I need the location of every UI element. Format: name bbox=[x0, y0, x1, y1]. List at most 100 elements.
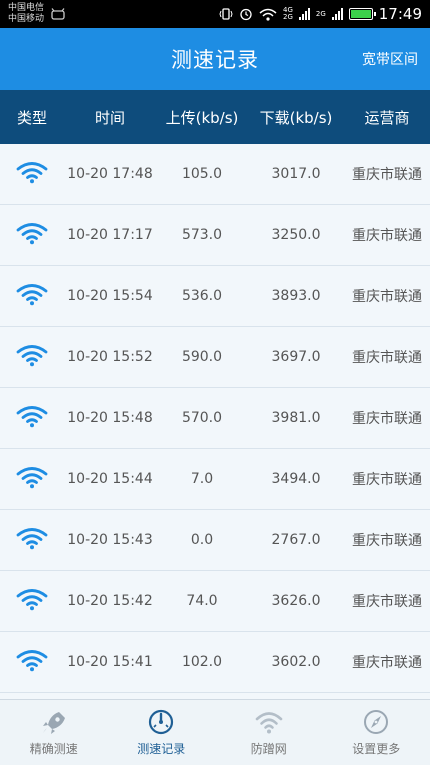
nav-label: 设置更多 bbox=[352, 742, 401, 756]
row-upload: 105.0 bbox=[181, 166, 223, 182]
row-download: 2767.0 bbox=[271, 532, 321, 548]
row-time: 10-20 15:43 bbox=[67, 532, 153, 548]
row-upload: 536.0 bbox=[181, 288, 223, 304]
network-type-2: 2G bbox=[315, 9, 326, 18]
app-header: 测速记录 宽带区间 bbox=[0, 28, 430, 90]
row-upload: 0.0 bbox=[190, 532, 214, 548]
row-isp: 重庆市联通 bbox=[352, 350, 422, 366]
rocket-icon bbox=[42, 712, 65, 734]
row-type-cell bbox=[0, 526, 64, 554]
wifi-icon bbox=[16, 648, 48, 672]
row-type-cell bbox=[0, 343, 64, 371]
column-header-type: 类型 bbox=[16, 108, 47, 127]
carrier-labels: 中国电信 中国移动 bbox=[8, 3, 44, 25]
row-type-cell bbox=[0, 465, 64, 493]
carrier-1: 中国电信 bbox=[8, 3, 45, 13]
page-title: 测速记录 bbox=[171, 48, 259, 72]
row-isp: 重庆市联通 bbox=[352, 228, 422, 244]
speedometer-icon bbox=[149, 709, 174, 735]
table-row[interactable]: 10-20 15:52 590.0 3697.0 重庆市联通 bbox=[0, 327, 430, 388]
signal-1-icon bbox=[298, 8, 310, 20]
row-time: 10-20 15:44 bbox=[67, 471, 153, 487]
row-download: 3626.0 bbox=[271, 593, 321, 609]
row-isp: 重庆市联通 bbox=[352, 655, 422, 671]
row-time: 10-20 15:48 bbox=[67, 410, 153, 426]
nav-precise-test[interactable]: 精确测速 bbox=[0, 700, 108, 765]
row-upload: 590.0 bbox=[181, 349, 223, 365]
wifi-icon bbox=[16, 587, 48, 611]
battery-icon bbox=[348, 8, 376, 20]
row-type-cell bbox=[0, 221, 64, 249]
row-download: 3602.0 bbox=[271, 654, 321, 670]
clock: 17:49 bbox=[378, 5, 422, 23]
column-header-isp: 运营商 bbox=[364, 108, 410, 127]
row-isp: 重庆市联通 bbox=[352, 289, 422, 305]
record-list: 10-20 17:48 105.0 3017.0 重庆市联通 10-20 17:17 57… bbox=[0, 144, 430, 693]
row-time: 10-20 15:41 bbox=[67, 654, 153, 670]
network-type-1: 4G 2G bbox=[282, 6, 293, 21]
row-download: 3697.0 bbox=[271, 349, 321, 365]
table-row[interactable]: 10-20 15:44 7.0 3494.0 重庆市联通 bbox=[0, 449, 430, 510]
nav-label: 防蹭网 bbox=[250, 742, 287, 756]
row-download: 3494.0 bbox=[271, 471, 321, 487]
nav-settings-more[interactable]: 设置更多 bbox=[323, 700, 430, 765]
row-type-cell bbox=[0, 404, 64, 432]
table-header: 类型 时间 上传(kb/s) 下载(kb/s) 运营商 bbox=[0, 90, 430, 144]
alarm-icon bbox=[240, 8, 252, 21]
column-header-upload: 上传(kb/s) bbox=[165, 108, 239, 127]
column-header-download: 下载(kb/s) bbox=[259, 108, 333, 127]
wifi-status-icon bbox=[259, 8, 277, 21]
table-row[interactable]: 10-20 15:54 536.0 3893.0 重庆市联通 bbox=[0, 266, 430, 327]
vibrate-icon bbox=[219, 8, 233, 20]
row-type-cell bbox=[0, 587, 64, 615]
nav-anti-leech[interactable]: 防蹭网 bbox=[215, 700, 323, 765]
table-row[interactable]: 10-20 17:17 573.0 3250.0 重庆市联通 bbox=[0, 205, 430, 266]
row-download: 3017.0 bbox=[271, 166, 321, 182]
broadband-range-button[interactable]: 宽带区间 bbox=[362, 28, 418, 90]
row-time: 10-20 15:42 bbox=[67, 593, 153, 609]
row-time: 10-20 15:54 bbox=[67, 288, 153, 304]
wifi-icon bbox=[16, 343, 48, 367]
wifi-icon bbox=[16, 221, 48, 245]
row-upload: 573.0 bbox=[181, 227, 223, 243]
table-row[interactable]: 10-20 15:48 570.0 3981.0 重庆市联通 bbox=[0, 388, 430, 449]
status-bar: 中国电信 中国移动 4G 2G 2G 17:49 bbox=[0, 0, 430, 28]
row-upload: 74.0 bbox=[186, 593, 218, 609]
carrier-2: 中国移动 bbox=[8, 14, 45, 24]
row-time: 10-20 17:17 bbox=[67, 227, 153, 243]
wifi-icon bbox=[16, 282, 48, 306]
nav-speed-records[interactable]: 测速记录 bbox=[108, 700, 216, 765]
row-type-cell bbox=[0, 282, 64, 310]
row-time: 10-20 15:52 bbox=[67, 349, 153, 365]
signal-2-icon bbox=[331, 8, 343, 20]
row-upload: 7.0 bbox=[190, 471, 214, 487]
bottom-nav: 精确测速 测速记录 防蹭网 设置更多 bbox=[0, 699, 430, 765]
row-isp: 重庆市联通 bbox=[352, 411, 422, 427]
wifi-icon bbox=[16, 465, 48, 489]
row-upload: 102.0 bbox=[181, 654, 223, 670]
row-download: 3981.0 bbox=[271, 410, 321, 426]
row-upload: 570.0 bbox=[181, 410, 223, 426]
table-row[interactable]: 10-20 15:43 0.0 2767.0 重庆市联通 bbox=[0, 510, 430, 571]
row-download: 3893.0 bbox=[271, 288, 321, 304]
row-time: 10-20 17:48 bbox=[67, 166, 153, 182]
table-row[interactable]: 10-20 15:41 102.0 3602.0 重庆市联通 bbox=[0, 632, 430, 693]
row-isp: 重庆市联通 bbox=[352, 594, 422, 610]
nav-label: 测速记录 bbox=[137, 742, 186, 756]
nav-label: 精确测速 bbox=[29, 742, 78, 756]
android-debug-icon bbox=[51, 8, 65, 20]
wifi-icon bbox=[16, 160, 48, 184]
row-isp: 重庆市联通 bbox=[352, 167, 422, 183]
wifi-icon bbox=[16, 526, 48, 550]
row-isp: 重庆市联通 bbox=[352, 533, 422, 549]
row-download: 3250.0 bbox=[271, 227, 321, 243]
row-type-cell bbox=[0, 648, 64, 676]
wifi-icon bbox=[255, 712, 283, 734]
row-type-cell bbox=[0, 160, 64, 188]
compass-icon bbox=[364, 710, 389, 734]
wifi-icon bbox=[16, 404, 48, 428]
row-isp: 重庆市联通 bbox=[352, 472, 422, 488]
table-row[interactable]: 10-20 15:42 74.0 3626.0 重庆市联通 bbox=[0, 571, 430, 632]
table-row[interactable]: 10-20 17:48 105.0 3017.0 重庆市联通 bbox=[0, 144, 430, 205]
column-header-time: 时间 bbox=[94, 108, 125, 127]
